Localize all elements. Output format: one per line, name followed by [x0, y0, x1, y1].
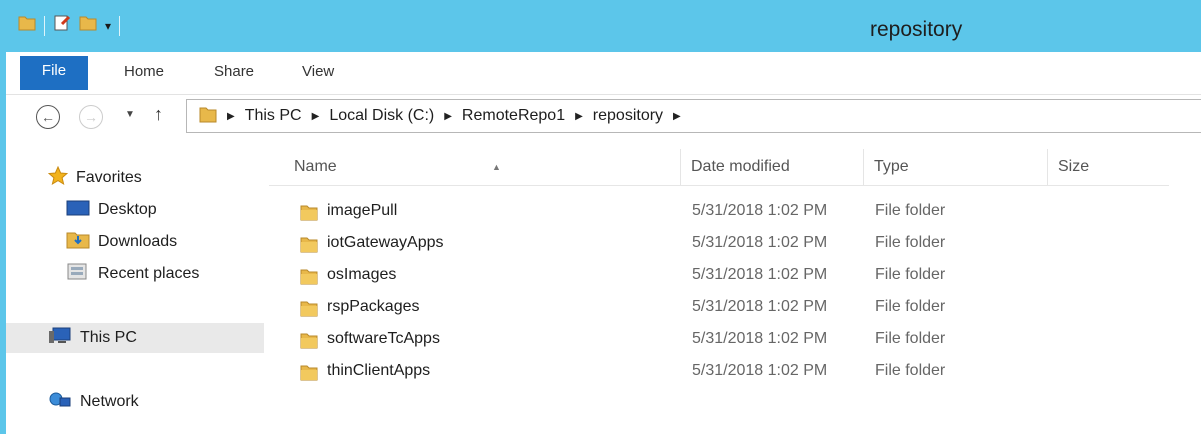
folder-icon — [299, 362, 319, 382]
nav-item-favorites[interactable]: Favorites — [47, 163, 142, 193]
window-title: repository — [870, 18, 963, 41]
qat-separator — [119, 15, 121, 36]
breadcrumb-item-this-pc[interactable]: This PC — [245, 107, 302, 125]
title-bar[interactable]: ▾ repository — [6, 0, 1201, 52]
file-type: File folder — [875, 266, 946, 283]
column-header: Name ▲ Date modified Type Size — [269, 149, 1169, 186]
address-bar[interactable]: ▶ This PC ▶ Local Disk (C:) ▶ RemoteRepo… — [186, 99, 1201, 133]
desktop-icon — [66, 199, 90, 222]
column-date-label: Date modified — [691, 158, 790, 175]
file-type: File folder — [875, 330, 946, 347]
breadcrumb-arrow-icon[interactable]: ▶ — [575, 111, 583, 122]
file-date: 5/31/2018 1:02 PM — [692, 202, 828, 219]
breadcrumb-item-local-disk[interactable]: Local Disk (C:) — [329, 107, 434, 125]
file-type: File folder — [875, 202, 946, 219]
column-name[interactable]: Name ▲ — [284, 149, 680, 185]
tab-file[interactable]: File — [20, 56, 88, 90]
network-icon — [48, 390, 72, 415]
file-name[interactable]: rspPackages — [327, 298, 420, 316]
table-row[interactable]: iotGatewayApps 5/31/2018 1:02 PM File fo… — [269, 228, 1169, 260]
downloads-icon — [66, 230, 90, 255]
nav-label-desktop: Desktop — [98, 201, 157, 218]
forward-button[interactable]: → — [79, 105, 103, 129]
computer-icon — [48, 326, 72, 351]
file-date: 5/31/2018 1:02 PM — [692, 234, 828, 251]
navigation-row: ← → ▼ ↑ ▶ This PC ▶ Local Disk (C:) ▶ Re… — [6, 95, 1201, 141]
table-row[interactable]: imagePull 5/31/2018 1:02 PM File folder — [269, 196, 1169, 228]
breadcrumb-arrow-icon[interactable]: ▶ — [444, 111, 452, 122]
breadcrumb-arrow-icon[interactable]: ▶ — [673, 111, 681, 122]
file-name[interactable]: softwareTcApps — [327, 330, 440, 348]
navigation-pane: Favorites Desktop Downloads Recent place… — [6, 141, 264, 434]
folder-icon[interactable] — [18, 14, 36, 37]
breadcrumb-arrow-icon[interactable]: ▶ — [227, 111, 235, 122]
file-list: Name ▲ Date modified Type Size imagePull… — [269, 141, 1201, 434]
arrow-up-icon: ↑ — [154, 104, 163, 124]
customize-qat-icon[interactable]: ▾ — [105, 20, 111, 32]
folder-icon — [299, 202, 319, 222]
quick-access-toolbar: ▾ — [18, 14, 121, 37]
new-folder-icon[interactable] — [79, 14, 97, 37]
nav-item-this-pc[interactable]: This PC — [6, 323, 264, 353]
file-name[interactable]: osImages — [327, 266, 396, 284]
folder-icon — [299, 330, 319, 350]
explorer-window: ▾ repository File Home Share View ← → ▼ … — [0, 0, 1201, 434]
file-date: 5/31/2018 1:02 PM — [692, 266, 828, 283]
properties-icon[interactable] — [53, 14, 71, 37]
chevron-down-icon: ▼ — [125, 109, 135, 120]
column-size-label: Size — [1058, 158, 1090, 175]
tab-view[interactable]: View — [302, 52, 334, 90]
file-type: File folder — [875, 362, 946, 379]
arrow-left-icon: ← — [41, 109, 55, 125]
recent-places-icon — [66, 262, 90, 287]
ribbon-tabs: File Home Share View — [6, 52, 1201, 95]
folder-icon — [199, 104, 217, 129]
tab-home[interactable]: Home — [124, 52, 164, 90]
file-name[interactable]: thinClientApps — [327, 362, 430, 380]
up-button[interactable]: ↑ — [154, 104, 163, 125]
nav-item-recent-places[interactable]: Recent places — [66, 259, 199, 289]
table-row[interactable]: softwareTcApps 5/31/2018 1:02 PM File fo… — [269, 324, 1169, 356]
tab-share[interactable]: Share — [214, 52, 254, 90]
table-row[interactable]: thinClientApps 5/31/2018 1:02 PM File fo… — [269, 356, 1169, 388]
folder-icon — [299, 266, 319, 286]
file-date: 5/31/2018 1:02 PM — [692, 362, 828, 379]
breadcrumb-item-repository[interactable]: repository — [593, 107, 663, 125]
column-size[interactable]: Size — [1047, 149, 1169, 185]
column-date-modified[interactable]: Date modified — [680, 149, 863, 185]
sort-ascending-icon: ▲ — [492, 162, 501, 172]
breadcrumb: ▶ This PC ▶ Local Disk (C:) ▶ RemoteRepo… — [199, 100, 681, 132]
recent-locations-button[interactable]: ▼ — [125, 109, 135, 120]
back-button[interactable]: ← — [36, 105, 60, 129]
table-row[interactable]: osImages 5/31/2018 1:02 PM File folder — [269, 260, 1169, 292]
arrow-right-icon: → — [84, 109, 98, 125]
nav-label-network: Network — [80, 393, 139, 410]
qat-separator — [44, 15, 45, 36]
column-type-label: Type — [874, 158, 909, 175]
star-icon — [47, 165, 69, 191]
table-row[interactable]: rspPackages 5/31/2018 1:02 PM File folde… — [269, 292, 1169, 324]
column-type[interactable]: Type — [863, 149, 1047, 185]
nav-label-this-pc: This PC — [80, 329, 137, 346]
file-type: File folder — [875, 234, 946, 251]
breadcrumb-arrow-icon[interactable]: ▶ — [312, 111, 320, 122]
file-date: 5/31/2018 1:02 PM — [692, 298, 828, 315]
folder-icon — [299, 234, 319, 254]
file-name[interactable]: iotGatewayApps — [327, 234, 444, 252]
file-date: 5/31/2018 1:02 PM — [692, 330, 828, 347]
nav-item-network[interactable]: Network — [48, 387, 139, 417]
nav-item-downloads[interactable]: Downloads — [66, 227, 177, 257]
file-type: File folder — [875, 298, 946, 315]
column-name-label: Name — [294, 158, 337, 175]
folder-icon — [299, 298, 319, 318]
nav-item-desktop[interactable]: Desktop — [66, 195, 157, 225]
nav-label-recent-places: Recent places — [98, 265, 200, 282]
file-name[interactable]: imagePull — [327, 202, 397, 220]
breadcrumb-item-remoterepo1[interactable]: RemoteRepo1 — [462, 107, 565, 125]
nav-label-favorites: Favorites — [76, 169, 142, 186]
nav-label-downloads: Downloads — [98, 233, 178, 250]
